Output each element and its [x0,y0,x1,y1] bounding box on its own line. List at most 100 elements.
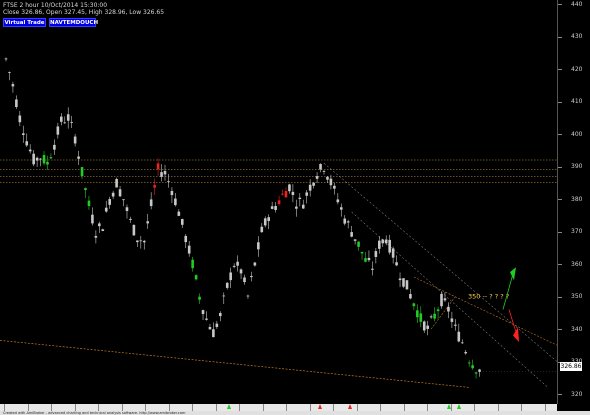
candle-body [60,116,63,122]
candle-body [346,221,350,223]
y-tick-label: 340 [571,325,583,333]
candle-body [132,224,136,236]
candle-body [84,188,87,191]
candle-body [101,229,105,232]
candle-body [201,310,205,315]
candle-body [381,239,385,244]
candle-body [194,275,198,280]
candle-body [436,309,440,312]
signal-arrow-icon [447,404,451,409]
y-tick-mark [558,4,562,5]
candle-body [429,316,433,318]
y-tick-mark [558,394,562,395]
candle-body [170,190,174,196]
y-tick-mark [558,69,562,70]
y-tick-mark [558,296,562,298]
candle-body [263,218,267,226]
candle-body [319,163,322,170]
x-tick-mark [403,404,406,411]
down-arrow-icon [513,327,519,342]
y-tick-label: 350 [571,293,583,300]
navtemdouch-button[interactable]: NAVTEMDOUCH [49,18,98,27]
candle-body [333,185,336,189]
candle-body [77,156,80,159]
candle-body [184,235,188,243]
candle-body [122,199,125,201]
chart-window: 350 -- ? ? ? ? FTSE 2 hour 10/Oct/2014 1… [0,0,590,415]
last-price-badge: 326.86 [560,362,582,371]
signal-arrow-icon [457,404,461,409]
candle-body [222,295,226,297]
candle-body [378,240,381,249]
candle-body [149,199,153,207]
candle-body [35,157,39,161]
candle-body [460,342,464,344]
x-tick-mark [309,404,312,411]
candle-body [416,310,419,318]
candle-body [70,121,73,123]
candle-body [422,321,426,331]
virtual-trade-button[interactable]: Virtual Trade [3,18,46,27]
candle-body [191,259,194,269]
candle-body [353,239,357,241]
candle-body [447,306,450,312]
candle-body [205,318,208,320]
x-tick-mark [27,404,30,411]
candle-body [457,331,461,342]
candle-body [160,172,163,177]
signal-arrow-icon [318,404,322,409]
candle-body [443,298,447,301]
candle-body [4,58,8,60]
up-arrow-icon [510,267,516,281]
price-axis[interactable]: 440430420410400390380370360350340330320 [557,0,590,404]
candle-body [398,278,402,281]
chart-title: FTSE 2 hour 10/Oct/2014 15:30:00 [3,2,108,9]
y-tick-mark [558,36,562,38]
x-tick-mark [286,404,288,411]
signal-arrow-icon [227,404,231,409]
candle-body [115,178,118,188]
candle-body [108,199,111,205]
candle-body [139,240,143,242]
candle-body [156,163,160,170]
price-chart[interactable]: 350 -- ? ? ? ? [0,0,557,404]
candle-body [208,326,212,330]
channel-line-lower [351,211,549,388]
x-tick-mark [380,404,382,411]
candle-body [291,191,295,196]
x-tick-mark [427,404,429,411]
x-tick-mark [215,404,218,411]
x-tick-mark [4,404,6,411]
candle-body [98,223,101,227]
time-axis[interactable] [0,404,557,411]
candle-body [219,312,222,317]
candle-body [32,153,35,165]
x-tick-mark [356,404,359,411]
x-tick-mark [521,404,523,411]
y-tick-mark [558,101,562,103]
candle-body [343,218,347,224]
candle-body [243,277,246,283]
candle-body [260,226,264,233]
candle-body [474,372,478,374]
candle-body [253,262,257,266]
candle-body [367,257,371,261]
y-tick-mark [558,231,562,233]
candle-body [384,239,388,244]
candle-body [326,176,329,180]
candle-body [28,149,32,152]
candle-body [322,171,326,172]
candle-body [308,184,312,191]
candle-body [232,265,236,267]
x-tick-mark [239,404,241,411]
candle-body [315,176,319,179]
candle-body [339,207,343,210]
candle-body [66,114,70,121]
candle-body [440,293,443,307]
candle-body [467,362,471,364]
candle-body [15,99,18,108]
candle-body [18,115,22,123]
candle-body [94,235,98,238]
y-tick-label: 320 [571,390,583,398]
y-tick-mark [558,199,562,200]
